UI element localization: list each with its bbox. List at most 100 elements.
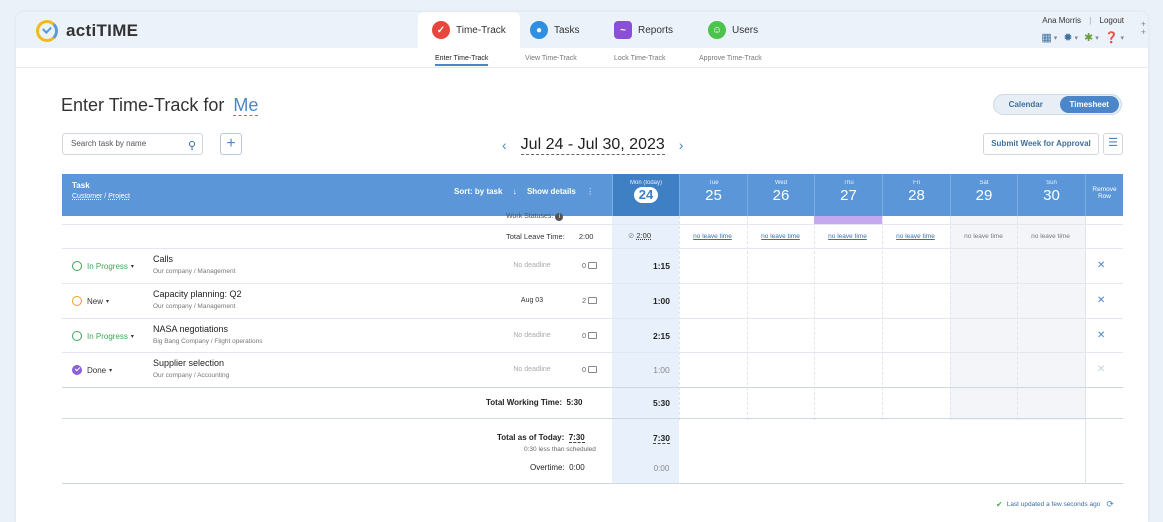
day-header-sun[interactable]: Sun 30: [1017, 174, 1085, 216]
comments-count[interactable]: 0: [582, 365, 598, 374]
last-updated: ✔ Last updated a few seconds ago ⟳: [996, 499, 1114, 510]
week-navigator: ‹ Jul 24 - Jul 30, 2023 ›: [502, 133, 683, 157]
task-name[interactable]: Calls: [153, 254, 173, 264]
total-working-time: Total Working Time: 5:30: [486, 398, 582, 407]
prev-week-icon[interactable]: ‹: [502, 137, 507, 153]
remove-row-icon[interactable]: ✕: [1097, 295, 1105, 306]
clock-icon: [72, 296, 82, 306]
timesheet-view-button[interactable]: Timesheet: [1059, 96, 1119, 113]
logout-link[interactable]: Logout: [1100, 16, 1124, 25]
show-details-toggle[interactable]: Show details: [527, 187, 576, 196]
user-selector[interactable]: Me: [233, 95, 259, 116]
module-tab-label: Time-Track: [456, 24, 506, 36]
time-cell-today[interactable]: 1:15: [628, 261, 695, 271]
comment-count-value: 0: [582, 261, 587, 270]
settings-menu[interactable]: ✹ ▾: [1063, 31, 1078, 44]
search-icon[interactable]: ⚲: [188, 136, 196, 156]
leave-cell-thu[interactable]: no leave time: [814, 233, 881, 240]
calendar-view-button[interactable]: Calendar: [996, 96, 1056, 113]
gear-icon: ✹: [1063, 32, 1073, 44]
comment-count-value: 0: [582, 365, 587, 374]
task-name[interactable]: Capacity planning: Q2: [153, 289, 242, 299]
help-menu[interactable]: ❓ ▾: [1105, 31, 1124, 44]
overtime: Overtime: 0:00: [530, 463, 585, 472]
total-asof-label: Total as of Today:: [497, 433, 565, 442]
total-asof-today-value: 7:30: [652, 433, 670, 444]
day-number: 29: [975, 187, 993, 204]
day-name: Thu: [843, 180, 854, 186]
integrations-menu[interactable]: ✱ ▾: [1084, 31, 1099, 44]
logo-text: actiTIME: [66, 21, 139, 40]
day-number: 26: [772, 187, 790, 204]
next-week-icon[interactable]: ›: [679, 137, 684, 153]
overtime-value: 0:00: [569, 463, 585, 472]
project-sort-link[interactable]: Project: [108, 193, 130, 200]
app-window: actiTIME ✓ Time-Track ● Tasks ~ Reports …: [16, 12, 1148, 522]
time-cell-today[interactable]: 1:00: [628, 296, 695, 306]
subtab-view-time-track[interactable]: View Time-Track: [525, 55, 577, 62]
task-column-header: Task: [72, 181, 90, 190]
status-dropdown[interactable]: In Progress ▾: [72, 331, 134, 341]
table-row: In Progress ▾ Calls Our company / Managem…: [62, 249, 1123, 284]
sort-label[interactable]: Sort: by task: [454, 187, 502, 196]
table-bottom-border: [62, 483, 1123, 484]
comments-count[interactable]: 0: [582, 261, 598, 270]
expand-icon[interactable]: + +: [1141, 20, 1146, 37]
subtab-enter-time-track[interactable]: Enter Time-Track: [435, 55, 489, 66]
calendar-icon: ▦: [1041, 32, 1052, 44]
search-input[interactable]: Search task by name ⚲: [62, 133, 203, 155]
day-header-wed[interactable]: Wed 26: [747, 174, 814, 216]
user-name[interactable]: Ana Morris: [1042, 16, 1081, 25]
subtab-approve-time-track[interactable]: Approve Time-Track: [699, 55, 762, 62]
comment-count-value: 0: [582, 331, 587, 340]
logo[interactable]: actiTIME: [36, 20, 138, 42]
comments-count[interactable]: 2: [582, 296, 598, 305]
time-cell-today[interactable]: 2:15: [628, 331, 695, 341]
day-name: Sat: [979, 180, 989, 186]
customer-sort-link[interactable]: Customer: [72, 193, 102, 200]
leave-today-cell[interactable]: ⊘ 2:00: [628, 231, 651, 240]
view-toggle: Calendar Timesheet: [993, 94, 1122, 115]
week-range[interactable]: Jul 24 - Jul 30, 2023: [520, 136, 665, 155]
subtab-lock-time-track[interactable]: Lock Time-Track: [614, 55, 665, 62]
day-number: 27: [840, 187, 857, 204]
table-row: Done ▾ Supplier selection Our company / A…: [62, 353, 1123, 388]
clock-icon: [72, 261, 82, 271]
day-number: 30: [1043, 187, 1060, 204]
sort-controls: Sort: by task ↓ Show details ⋮: [454, 187, 594, 196]
remove-row-header: Remove Row: [1085, 174, 1123, 216]
submit-week-button[interactable]: Submit Week for Approval: [983, 133, 1099, 155]
page-title-text: Enter Time-Track for: [61, 95, 225, 115]
leave-cell-wed[interactable]: no leave time: [747, 233, 814, 240]
search-placeholder: Search task by name: [71, 139, 147, 148]
subnav: Enter Time-Track View Time-Track Lock Ti…: [16, 52, 1148, 68]
module-tab-reports[interactable]: ~ Reports: [600, 12, 687, 48]
calendar-menu[interactable]: ▦ ▾: [1041, 31, 1057, 44]
leave-cell-fri[interactable]: no leave time: [882, 233, 949, 240]
day-header-fri[interactable]: Fri 28: [882, 174, 950, 216]
hamburger-menu-icon[interactable]: ☰: [1103, 133, 1123, 155]
refresh-icon[interactable]: ⟳: [1106, 499, 1114, 510]
day-header-mon[interactable]: Mon (today) 24: [612, 174, 679, 216]
comments-count[interactable]: 0: [582, 331, 598, 340]
no-entry-icon: ⊘: [628, 231, 635, 240]
remove-row-icon[interactable]: ✕: [1097, 330, 1105, 341]
add-task-button[interactable]: +: [220, 133, 242, 155]
status-dropdown[interactable]: Done ▾: [72, 365, 112, 375]
task-name[interactable]: Supplier selection: [153, 358, 224, 368]
status-dropdown[interactable]: In Progress ▾: [72, 261, 134, 271]
tasks-icon: ●: [530, 21, 548, 39]
status-dropdown[interactable]: New ▾: [72, 296, 109, 306]
leave-cell-tue[interactable]: no leave time: [679, 233, 746, 240]
day-header-sat[interactable]: Sat 29: [950, 174, 1017, 216]
module-tab-users[interactable]: ☺ Users: [694, 12, 772, 48]
task-name[interactable]: NASA negotiations: [153, 324, 228, 334]
day-header-tue[interactable]: Tue 25: [679, 174, 747, 216]
sort-arrow-icon[interactable]: ↓: [513, 187, 517, 196]
status-label: In Progress: [87, 261, 128, 271]
module-tab-time-track[interactable]: ✓ Time-Track: [418, 12, 520, 48]
info-icon[interactable]: i: [555, 213, 564, 221]
remove-row-icon[interactable]: ✕: [1097, 260, 1105, 271]
module-tab-tasks[interactable]: ● Tasks: [516, 12, 594, 48]
day-header-thu[interactable]: Thu 27: [814, 174, 882, 216]
